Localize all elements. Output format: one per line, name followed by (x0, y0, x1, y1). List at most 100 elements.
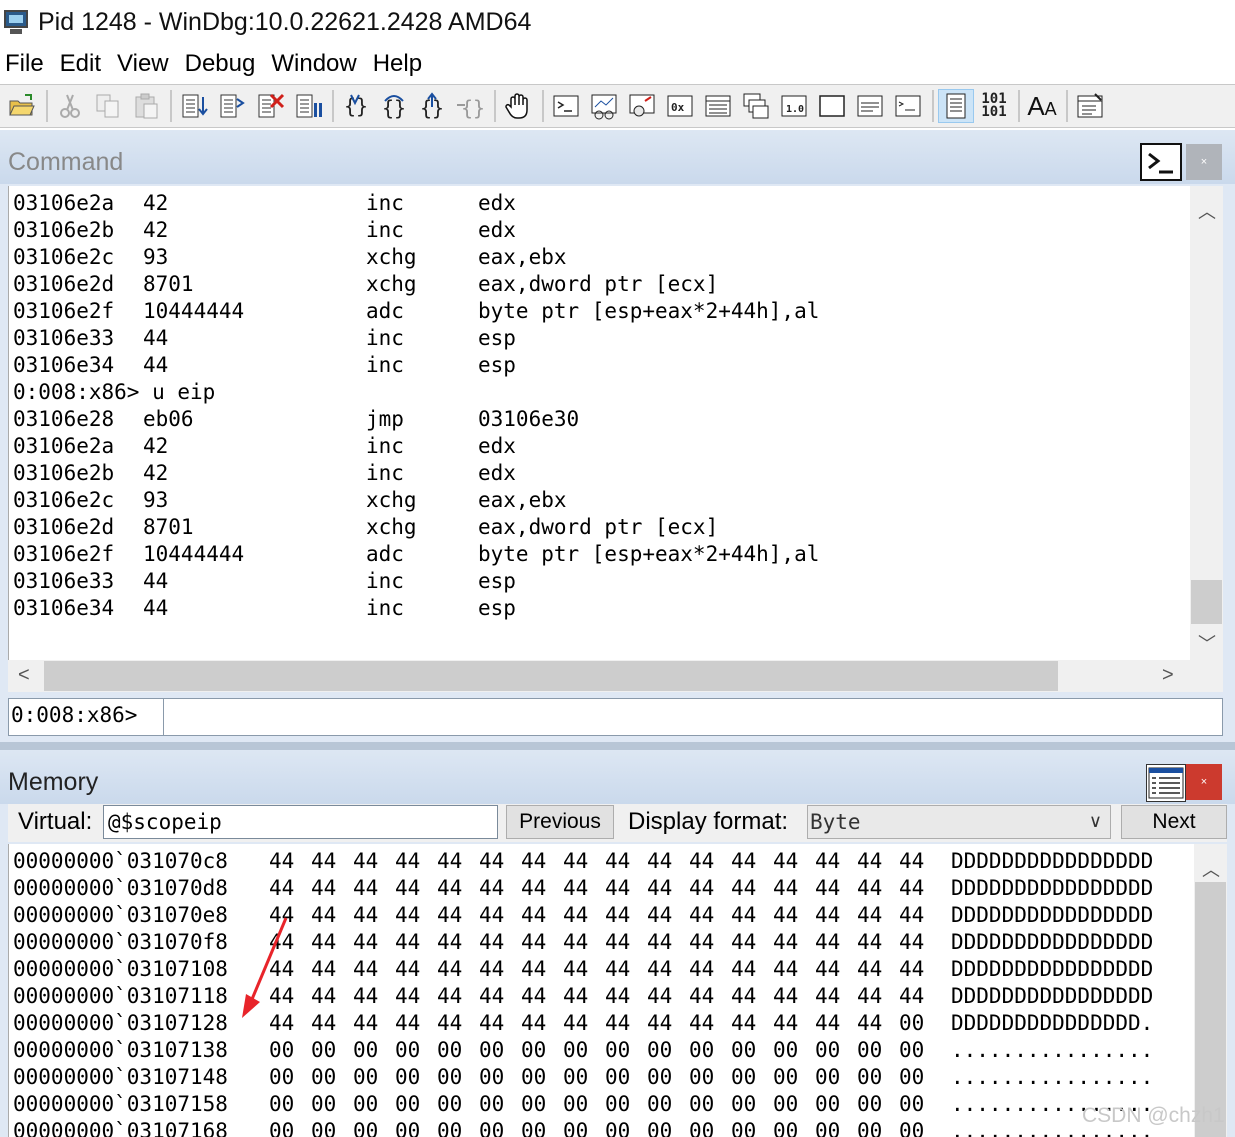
scrollbar-thumb[interactable] (44, 661, 1058, 691)
next-button[interactable]: Next (1121, 805, 1227, 839)
disasm-operands: edx (478, 434, 516, 458)
options-icon[interactable] (1072, 89, 1108, 123)
disassembly-icon[interactable]: 1.0 (776, 89, 812, 123)
menu-window[interactable]: Window (266, 50, 361, 78)
break-icon[interactable] (290, 89, 326, 123)
memory-byte: 00 (311, 1092, 337, 1116)
memory-byte: 00 (269, 1038, 295, 1062)
open-folder-icon[interactable] (4, 89, 40, 123)
memory-window-icon[interactable] (1146, 764, 1186, 802)
memory-byte: 44 (899, 903, 925, 927)
disasm-mnemonic: xchg (366, 272, 417, 296)
copy-icon[interactable] (90, 89, 126, 123)
scratch-pad-icon[interactable] (814, 89, 850, 123)
memory-row: 00000000`03107148 00 00 00 00 00 00 00 00 00 00 00 0… (13, 1064, 1193, 1091)
memory-byte: 00 (773, 1092, 799, 1116)
scroll-up-icon[interactable]: ︿ (1198, 198, 1216, 224)
font-icon[interactable]: AA (1024, 89, 1060, 123)
stop-debugging-icon[interactable] (252, 89, 288, 123)
source-mode-icon[interactable] (890, 89, 926, 123)
command-pane-title: Command (8, 148, 124, 176)
memory-row: 00000000`031070e8 44 44 44 44 44 44 44 44 44 44 44 4… (13, 902, 1193, 929)
command-vertical-scrollbar[interactable]: ︿ ﹀ (1190, 186, 1223, 660)
memory-byte: 44 (689, 930, 715, 954)
disasm-address: 03106e2a (13, 434, 115, 458)
step-over-icon[interactable]: {} (376, 89, 412, 123)
watch-icon[interactable] (586, 89, 622, 123)
virtual-address-input[interactable]: @$scopeip (103, 805, 498, 839)
memory-byte: 44 (311, 849, 337, 873)
memory-byte: 44 (395, 849, 421, 873)
step-out-icon[interactable]: {} (414, 89, 450, 123)
call-stack-icon[interactable] (738, 89, 774, 123)
disasm-operands: esp (478, 569, 516, 593)
menu-edit[interactable]: Edit (55, 50, 106, 78)
menu-view[interactable]: View (112, 50, 174, 78)
memory-byte: 00 (857, 1119, 883, 1137)
memory-pane-close-button[interactable]: × (1186, 764, 1222, 800)
memory-byte: 00 (731, 1038, 757, 1062)
memory-byte: 00 (479, 1038, 505, 1062)
memory-byte: 00 (437, 1119, 463, 1137)
menu-file[interactable]: File (0, 50, 49, 78)
memory-byte: 00 (731, 1092, 757, 1116)
disasm-operands: 03106e30 (478, 407, 580, 431)
scroll-left-icon[interactable]: < (18, 664, 30, 687)
memory-byte: 44 (437, 930, 463, 954)
disasm-address: 03106e2b (13, 218, 115, 242)
scroll-down-icon[interactable]: ﹀ (1198, 630, 1216, 656)
hand-icon[interactable] (500, 89, 536, 123)
command-input[interactable] (163, 699, 1222, 735)
disasm-operands: byte ptr [esp+eax*2+44h],al (478, 299, 820, 323)
locals-icon[interactable] (624, 89, 660, 123)
memory-byte: 44 (899, 876, 925, 900)
run-to-cursor-icon[interactable]: {} (452, 89, 488, 123)
display-format-select[interactable]: Byte ∨ (807, 805, 1111, 839)
binary-display-icon[interactable]: 101 101 (976, 89, 1012, 123)
memory-byte: 44 (395, 903, 421, 927)
disasm-mnemonic: adc (366, 299, 404, 323)
scrollbar-thumb[interactable] (1191, 580, 1222, 624)
scroll-up-icon[interactable]: ︿ (1202, 856, 1220, 882)
step-into-icon[interactable]: {} (338, 89, 374, 123)
memory-byte: 44 (395, 930, 421, 954)
paste-icon[interactable] (128, 89, 164, 123)
hex-mode-icon[interactable] (938, 89, 974, 123)
processes-icon[interactable] (852, 89, 888, 123)
memory-toolbar: Virtual: @$scopeip Previous Display form… (8, 804, 1227, 842)
memory-byte: 00 (899, 1038, 925, 1062)
insert-breakpoint-icon[interactable] (176, 89, 212, 123)
memory-icon[interactable] (700, 89, 736, 123)
command-output: 03106e2a 42 inc edx 03106e2b 42 inc edx 03106e2c… (8, 186, 1190, 660)
command-echo-text: 0:008:x86> u eip (13, 380, 216, 404)
command-window-icon[interactable] (548, 89, 584, 123)
memory-byte: 44 (773, 876, 799, 900)
memory-byte: 00 (815, 1038, 841, 1062)
cut-icon[interactable] (52, 89, 88, 123)
memory-byte: 00 (437, 1065, 463, 1089)
step-into-list-icon[interactable] (214, 89, 250, 123)
memory-byte: 00 (773, 1119, 799, 1137)
disasm-mnemonic: inc (366, 218, 404, 242)
disasm-bytes: 44 (143, 326, 169, 350)
registers-icon[interactable]: 0x (662, 89, 698, 123)
memory-byte: 00 (563, 1038, 589, 1062)
memory-byte: 44 (605, 1011, 631, 1035)
menu-help[interactable]: Help (368, 50, 427, 78)
scroll-right-icon[interactable]: > (1162, 664, 1174, 687)
previous-button[interactable]: Previous (506, 805, 614, 839)
command-horizontal-scrollbar[interactable]: < > (8, 660, 1223, 692)
memory-byte: 44 (815, 930, 841, 954)
menu-debug[interactable]: Debug (180, 50, 261, 78)
pane-splitter[interactable] (0, 742, 1235, 750)
memory-byte: 44 (521, 984, 547, 1008)
command-prompt-icon[interactable] (1140, 143, 1182, 181)
memory-address: 00000000`03107168 (13, 1119, 228, 1137)
memory-byte: 44 (773, 1011, 799, 1035)
memory-byte: 44 (899, 930, 925, 954)
memory-byte: 44 (899, 957, 925, 981)
memory-vertical-scrollbar[interactable]: ︿ (1194, 844, 1227, 1137)
memory-ascii: ................ (951, 1038, 1154, 1062)
command-pane-close-button[interactable]: × (1186, 144, 1222, 180)
scrollbar-thumb[interactable] (1195, 882, 1226, 1137)
